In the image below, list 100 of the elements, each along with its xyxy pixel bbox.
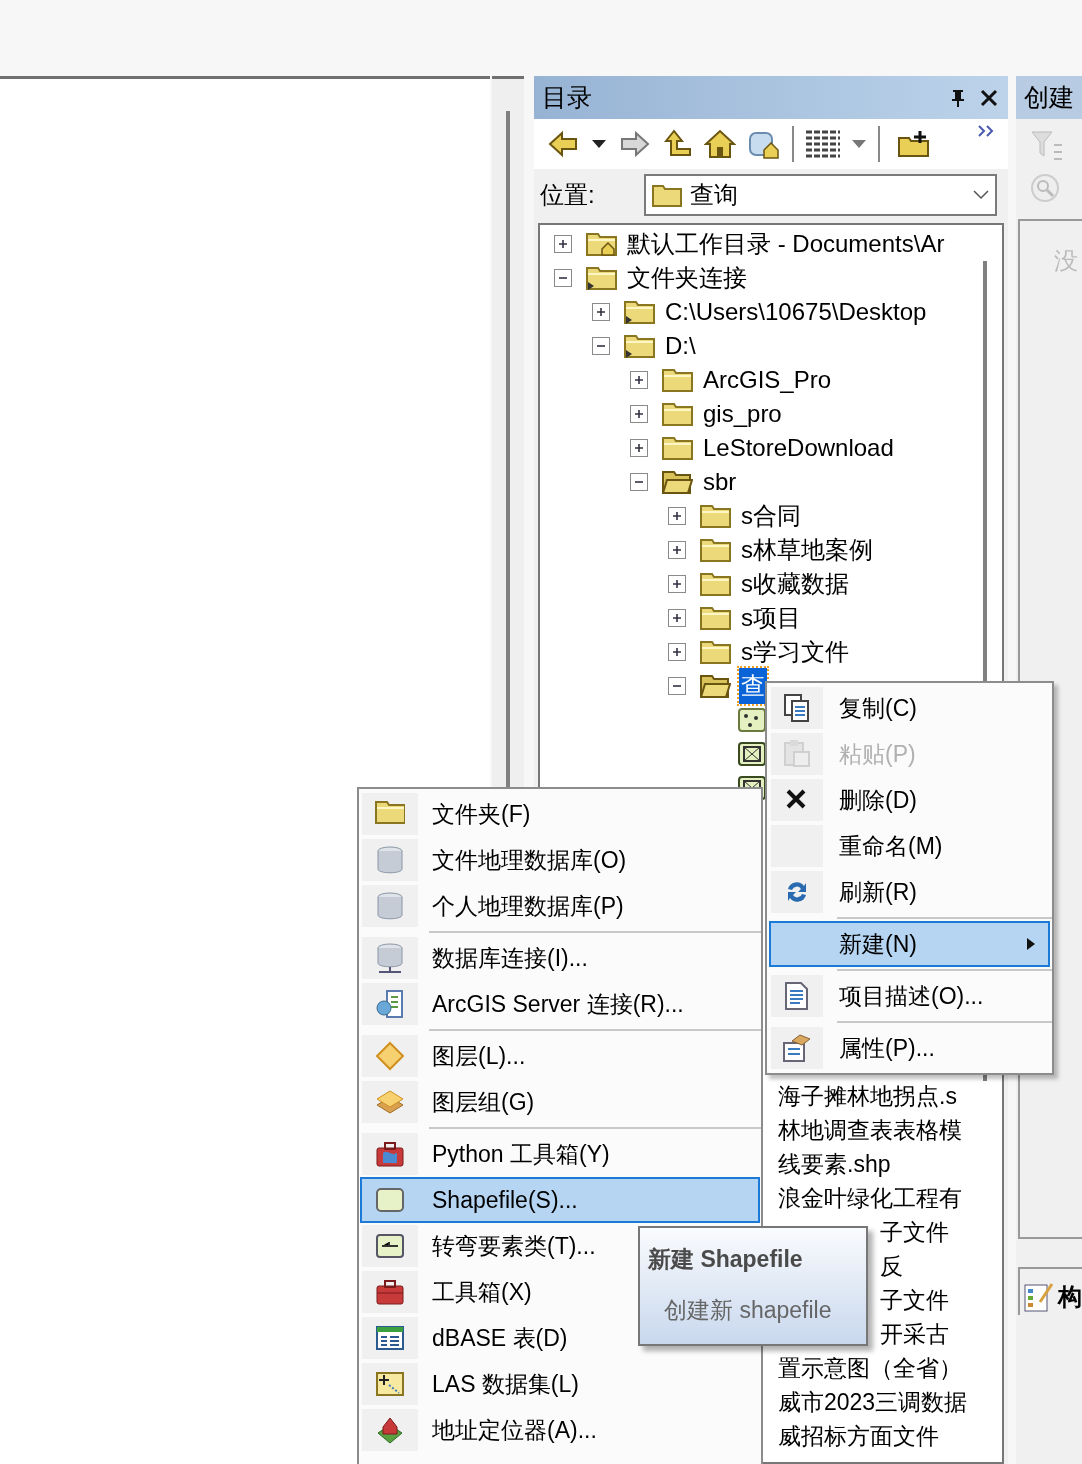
menu-item[interactable]: 文件地理数据库(O) <box>360 837 760 883</box>
menu-item[interactable]: 重命名(M) <box>769 823 1050 869</box>
collapse-toggle[interactable] <box>554 269 572 287</box>
expand-toggle[interactable] <box>630 439 648 457</box>
plus-icon <box>595 306 607 318</box>
section-label: 构 <box>1058 1282 1082 1312</box>
expand-toggle[interactable] <box>668 575 686 593</box>
menu-item[interactable]: 图层组(G) <box>360 1079 760 1125</box>
toolbox-icon <box>375 1277 405 1307</box>
menu-item[interactable]: LAS 数据集(L) <box>360 1361 760 1407</box>
folder-icon <box>662 435 693 461</box>
dropdown-caret-icon[interactable] <box>592 140 606 148</box>
menu-item[interactable]: 地址定位器(A)... <box>360 1407 760 1453</box>
tree-item[interactable]: s学习文件 <box>739 634 851 670</box>
tree-item[interactable]: 反 <box>880 1248 903 1284</box>
menu-item[interactable]: 删除(D) <box>769 777 1050 823</box>
folder-icon <box>662 401 693 427</box>
tree-item[interactable]: 线要素.shp <box>778 1146 891 1182</box>
tree-item[interactable]: 海子摊林地拐点.s <box>778 1078 957 1114</box>
paste-icon <box>782 739 812 769</box>
polygon-layer-icon[interactable] <box>738 742 766 766</box>
close-icon[interactable] <box>980 88 998 107</box>
menu-item[interactable]: 个人地理数据库(P) <box>360 883 760 929</box>
menu-item[interactable]: Shapefile(S)... <box>360 1177 760 1223</box>
tree-item[interactable]: 威招标方面文件 <box>778 1418 939 1453</box>
tree-item[interactable]: 查 <box>739 668 767 704</box>
menu-item[interactable]: 新建(N) <box>769 921 1050 967</box>
server-globe-icon <box>375 989 405 1019</box>
menu-item[interactable]: 图层(L)... <box>360 1033 760 1079</box>
tree-item[interactable]: LeStoreDownload <box>701 430 896 466</box>
pin-icon[interactable] <box>950 87 966 108</box>
properties-icon <box>782 1033 812 1063</box>
house-marker-icon <box>375 1415 405 1445</box>
point-cloud-icon <box>375 1369 405 1399</box>
plus-icon <box>671 578 683 590</box>
form-edit-icon[interactable] <box>1024 1282 1054 1312</box>
tree-item[interactable]: s项目 <box>739 600 803 636</box>
open-folder-icon <box>700 673 731 699</box>
tree-item[interactable]: 林地调查表表格模 <box>778 1112 962 1148</box>
menu-item[interactable]: 数据库连接(I)... <box>360 935 760 981</box>
menu-item[interactable]: 项目描述(O)... <box>769 973 1050 1019</box>
location-label: 位置: <box>540 180 596 210</box>
tree-item[interactable]: 威市2023三调数据 <box>778 1384 968 1420</box>
tree-item[interactable]: 子文件 <box>880 1282 949 1318</box>
collapse-toggle[interactable] <box>592 337 610 355</box>
tree-item[interactable]: 子文件 <box>880 1214 949 1250</box>
expand-toggle[interactable] <box>592 303 610 321</box>
forward-arrow-icon[interactable] <box>618 130 650 158</box>
toolbox-icon <box>375 1139 405 1169</box>
point-layer-icon[interactable] <box>738 708 766 732</box>
tree-item[interactable]: 文件夹连接 <box>625 260 749 296</box>
folder-icon <box>652 183 682 207</box>
location-dropdown[interactable]: 查询 <box>644 174 997 216</box>
back-arrow-icon[interactable] <box>548 130 580 158</box>
collapse-toggle[interactable] <box>668 677 686 695</box>
menu-item[interactable]: 刷新(R) <box>769 869 1050 915</box>
expand-toggle[interactable] <box>630 405 648 423</box>
folder-icon <box>700 639 731 665</box>
tree-item[interactable]: 浪金叶绿化工程有 <box>778 1180 962 1216</box>
up-folder-arrow-icon[interactable] <box>662 129 692 159</box>
folder-icon <box>700 503 731 529</box>
database-connection-icon <box>375 943 405 973</box>
home-icon[interactable] <box>704 128 736 160</box>
tree-item[interactable]: C:\Users\10675\Desktop <box>663 294 929 330</box>
menu-item[interactable]: 复制(C) <box>769 685 1050 731</box>
menu-item[interactable]: Python 工具箱(Y) <box>360 1131 760 1177</box>
database-icon <box>375 845 405 875</box>
menu-item[interactable]: ArcGIS Server 连接(R)... <box>360 981 760 1027</box>
plus-icon <box>671 510 683 522</box>
rectangle-icon <box>375 1185 405 1215</box>
tree-item[interactable]: s合同 <box>739 498 803 534</box>
list-view-icon[interactable] <box>806 129 840 159</box>
tooltip-description: 创建新 shapefile <box>664 1295 833 1325</box>
database-icon <box>375 891 405 921</box>
tree-item[interactable]: sbr <box>701 464 739 500</box>
tree-item[interactable]: gis_pro <box>701 396 784 432</box>
expand-toggle[interactable] <box>668 609 686 627</box>
expand-toggle[interactable] <box>668 541 686 559</box>
tree-item[interactable]: D:\ <box>663 328 698 364</box>
tree-item[interactable]: s林草地案例 <box>739 532 875 568</box>
folder-icon <box>700 537 731 563</box>
new-folder-icon[interactable] <box>898 130 930 158</box>
tree-item[interactable]: s收藏数据 <box>739 566 851 602</box>
tree-item[interactable]: 默认工作目录 - Documents\Ar <box>625 226 947 262</box>
menu-item[interactable]: 文件夹(F) <box>360 791 760 837</box>
folder-icon <box>700 605 731 631</box>
table-icon <box>375 1323 405 1353</box>
tree-item[interactable]: 置示意图（全省） <box>778 1350 962 1386</box>
linked-folder-icon <box>586 265 617 291</box>
expand-toggle[interactable] <box>554 235 572 253</box>
menu-item[interactable]: 属性(P)... <box>769 1025 1050 1071</box>
expand-toggle[interactable] <box>668 643 686 661</box>
plus-icon <box>633 408 645 420</box>
expand-toggle[interactable] <box>668 507 686 525</box>
tree-item[interactable]: 开采古 <box>880 1316 949 1352</box>
plus-icon <box>557 238 569 250</box>
more-chevron-icon[interactable] <box>978 125 994 137</box>
tree-item[interactable]: ArcGIS_Pro <box>701 362 834 398</box>
collapse-toggle[interactable] <box>630 473 648 491</box>
expand-toggle[interactable] <box>630 371 648 389</box>
